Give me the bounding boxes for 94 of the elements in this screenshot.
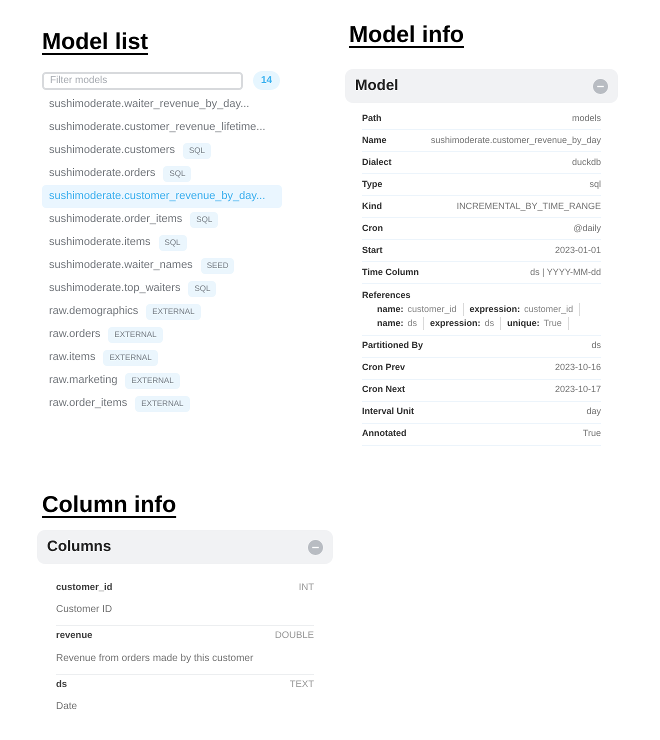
column-name: ds: [56, 678, 68, 692]
model-list-item[interactable]: sushimoderate.customer_revenue_by_day...: [42, 185, 282, 208]
field-value: INCREMENTAL_BY_TIME_RANGE: [456, 200, 601, 213]
filter-field[interactable]: Filter models: [42, 72, 243, 90]
reference-key: name:: [377, 316, 404, 330]
reference-key: unique:: [507, 316, 540, 330]
reference-key: name:: [377, 302, 404, 316]
model-name: sushimoderate.customer_revenue_by_day...: [49, 189, 266, 204]
model-name: sushimoderate.waiter_revenue_by_day...: [49, 97, 250, 112]
model-type-tag: SQL: [158, 234, 187, 250]
model-type-tag: SQL: [188, 280, 216, 296]
model-type-tag: EXTERNAL: [103, 350, 158, 366]
model-type-tag: SQL: [163, 166, 192, 182]
column-name: customer_id: [56, 581, 112, 595]
model-name: sushimoderate.orders: [49, 166, 156, 182]
model-name: sushimoderate.customer_revenue_lifetime...: [49, 120, 266, 136]
model-name: sushimoderate.top_waiters: [49, 281, 180, 296]
section-heading: Model list: [42, 30, 148, 53]
field-value: 2023-10-16: [554, 361, 601, 374]
field-value: ds | YYYY-MM-dd: [530, 266, 601, 279]
field-value: 2023-01-01: [554, 244, 601, 257]
model-list-item[interactable]: sushimoderate.top_waiters SQL: [42, 277, 282, 300]
model-list-item[interactable]: raw.order_items EXTERNAL: [42, 392, 282, 415]
field-label: Path: [362, 112, 382, 125]
model-list-item[interactable]: raw.orders EXTERNAL: [42, 323, 282, 346]
reference-value: ds: [408, 316, 418, 330]
model-name: raw.items: [49, 350, 96, 366]
column-description: Date: [56, 700, 78, 714]
field-label: Time Column: [362, 266, 419, 279]
field-label: Partitioned By: [362, 339, 424, 352]
field-value: True: [582, 427, 601, 440]
panel-title: Columns: [47, 536, 112, 557]
model-list-item[interactable]: sushimoderate.customers SQL: [42, 139, 282, 162]
model-list-item[interactable]: sushimoderate.waiter_names SEED: [42, 254, 282, 277]
model-name: raw.order_items: [49, 396, 128, 412]
model-type-tag: EXTERNAL: [135, 396, 190, 412]
section-heading: Column info: [42, 493, 176, 516]
model-list-item[interactable]: raw.items EXTERNAL: [42, 346, 282, 369]
column-name: revenue: [56, 629, 92, 644]
field-label: Annotated: [362, 427, 406, 440]
model-name: raw.orders: [49, 327, 100, 342]
model-list-item[interactable]: sushimoderate.order_items SQL: [42, 208, 282, 231]
model-name: sushimoderate.waiter_names: [49, 258, 193, 274]
section-heading: Model info: [349, 23, 464, 46]
field-value: 2023-10-17: [554, 383, 601, 396]
field-label: Cron: [362, 222, 383, 235]
model-list-item[interactable]: sushimoderate.items SQL: [42, 231, 282, 254]
column-type: DOUBLE: [274, 629, 314, 644]
model-list-item[interactable]: sushimoderate.orders SQL: [42, 162, 282, 185]
field-value: ds: [591, 339, 601, 352]
count-badge: 14: [253, 71, 280, 90]
column-type: INT: [298, 581, 314, 595]
model-type-tag: SQL: [182, 142, 211, 158]
reference-value: True: [544, 316, 562, 330]
reference-value: ds: [484, 316, 494, 330]
reference-key: expression:: [470, 302, 520, 316]
model-name: raw.marketing: [49, 373, 118, 388]
model-list-item[interactable]: raw.marketing EXTERNAL: [42, 369, 282, 392]
model-name: sushimoderate.order_items: [49, 212, 182, 228]
model-name: sushimoderate.items: [49, 235, 150, 250]
field-value: day: [586, 405, 601, 418]
model-type-tag: EXTERNAL: [146, 304, 201, 320]
field-value: models: [572, 112, 601, 125]
field-label: Cron Next: [362, 383, 406, 396]
field-value: sql: [589, 178, 601, 191]
column-description: Customer ID: [56, 603, 114, 618]
column-type: TEXT: [290, 678, 314, 692]
field-label: Dialect: [362, 156, 392, 169]
model-type-tag: SEED: [200, 258, 234, 274]
model-list-item[interactable]: raw.demographics EXTERNAL: [42, 300, 282, 323]
field-value: @daily: [573, 222, 601, 235]
minus-circle-icon[interactable]: [593, 78, 608, 94]
reference-key: expression:: [430, 316, 481, 330]
panel-title: Model: [355, 76, 398, 96]
model-list-item[interactable]: sushimoderate.waiter_revenue_by_day...: [42, 93, 282, 116]
column-description: Revenue from orders made by this customer: [56, 652, 254, 666]
reference-value: customer_id: [524, 302, 574, 316]
model-list-item[interactable]: sushimoderate.customer_revenue_lifetime...: [42, 116, 282, 139]
field-label: Interval Unit: [362, 405, 414, 418]
minus-circle-icon[interactable]: [308, 540, 323, 554]
field-value: sushimoderate.customer_revenue_by_day: [430, 134, 601, 147]
model-type-tag: EXTERNAL: [125, 372, 180, 388]
field-value: duckdb: [572, 156, 601, 169]
model-type-tag: SQL: [190, 212, 218, 228]
field-label: Kind: [362, 200, 382, 213]
model-name: raw.demographics: [49, 304, 138, 320]
field-label: Start: [362, 244, 383, 257]
field-label: Cron Prev: [362, 361, 406, 374]
field-label: Type: [362, 178, 382, 191]
reference-value: customer_id: [408, 302, 457, 316]
model-type-tag: EXTERNAL: [108, 326, 163, 342]
field-label: References: [362, 289, 412, 302]
model-name: sushimoderate.customers: [49, 143, 175, 158]
field-label: Name: [362, 134, 387, 147]
